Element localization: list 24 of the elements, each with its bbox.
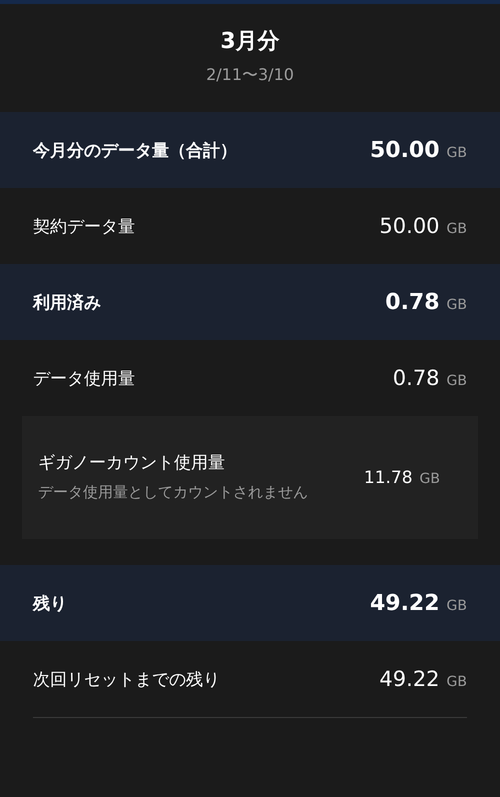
data-amount: 49.22 (370, 590, 440, 616)
row-label: 残り (33, 592, 67, 614)
data-amount: 11.78 (364, 468, 413, 488)
unit-label: GB (446, 144, 467, 160)
data-amount: 49.22 (379, 667, 440, 691)
month-title: 3月分 (220, 28, 280, 56)
unit-label: GB (446, 296, 467, 312)
data-amount: 50.00 (379, 214, 440, 238)
unit-label: GB (446, 373, 467, 389)
unit-label: GB (446, 221, 467, 237)
row-label: データ使用量 (33, 368, 135, 390)
note-text: データ使用量としてカウントされません (38, 482, 309, 502)
row-label: 次回リセットまでの残り (33, 668, 220, 690)
data-amount: 0.78 (385, 290, 440, 314)
row-label: 今月分のデータ量（合計） (33, 140, 237, 162)
unit-label: GB (446, 598, 467, 614)
row-label: ギガノーカウント使用量 (38, 452, 226, 474)
period-text: 2/11〜3/10 (206, 64, 294, 86)
row-label: 契約データ量 (33, 216, 135, 238)
unit-label: GB (420, 470, 440, 486)
data-amount: 50.00 (370, 138, 440, 162)
unit-label: GB (446, 674, 467, 690)
data-amount: 0.78 (392, 366, 440, 390)
row-label: 利用済み (33, 292, 101, 314)
